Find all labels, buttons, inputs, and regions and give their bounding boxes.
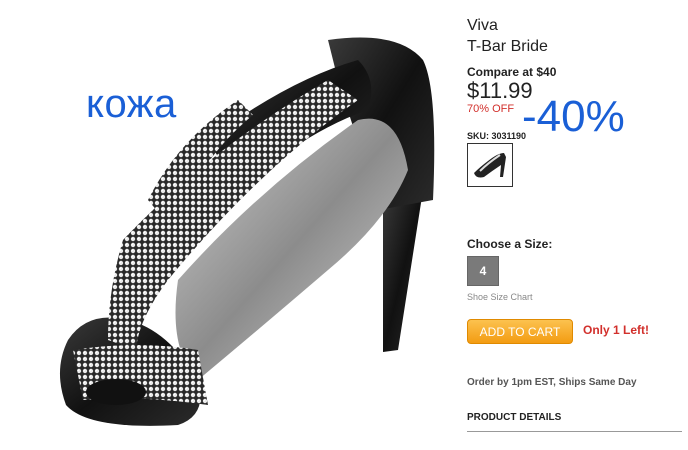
leather-overlay-text: кожа [86, 82, 177, 126]
compare-price: Compare at $40 [467, 65, 557, 79]
add-to-cart-button[interactable]: ADD TO CART [467, 319, 573, 344]
product-brand[interactable]: Viva [467, 16, 682, 36]
discount-badge: 70% OFF [467, 103, 515, 115]
size-chart-link[interactable]: Shoe Size Chart [467, 292, 533, 302]
product-info: Viva T-Bar Bride Compare at $40 $11.99 7… [467, 16, 682, 187]
shipping-info: Order by 1pm EST, Ships Same Day [467, 377, 637, 388]
divider [467, 431, 682, 432]
shoe-thumbnail-icon [474, 153, 506, 178]
shoe-thumbnail[interactable] [467, 143, 513, 187]
stock-status: Only 1 Left! [583, 323, 650, 337]
size-heading: Choose a Size: [467, 237, 553, 251]
product-title: T-Bar Bride [467, 38, 548, 55]
sku-label: SKU: 3031190 [467, 131, 527, 141]
current-price: $11.99 [467, 78, 533, 103]
size-option-button[interactable]: 4 [467, 256, 499, 286]
product-details-tab[interactable]: PRODUCT DETAILS [467, 412, 561, 423]
